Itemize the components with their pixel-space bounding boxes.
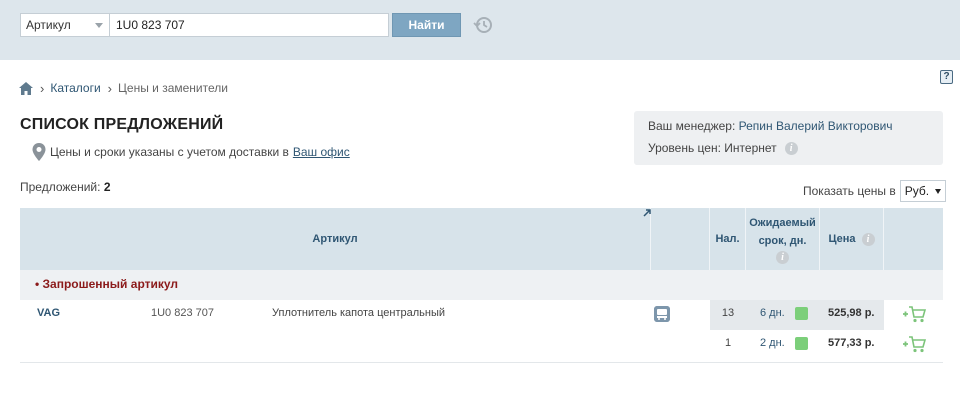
- price-level-label: Уровень цен:: [648, 141, 721, 155]
- breadcrumb-catalogs[interactable]: Каталоги: [50, 81, 100, 95]
- search-type-label: Артикул: [26, 18, 71, 32]
- manager-label: Ваш менеджер:: [648, 119, 736, 133]
- column-price-label: Цена: [828, 233, 856, 245]
- chevron-down-icon: [934, 189, 941, 194]
- search-type-select[interactable]: Артикул: [20, 13, 110, 37]
- column-stock-label: Нал.: [715, 233, 740, 245]
- delivery-bus-icon: [654, 306, 670, 322]
- search-input[interactable]: [110, 13, 389, 37]
- price-level-value: Интернет: [724, 141, 777, 155]
- group-label: • Запрошенный артикул: [35, 277, 179, 291]
- table-bottom-divider: [20, 362, 943, 363]
- row-brand[interactable]: VAG: [37, 307, 60, 319]
- table-row: VAG 1U0 823 707 Уплотнитель капота центр…: [20, 300, 943, 330]
- table-header: Артикул Нал. Ожидаемый срок, дн. i Цена …: [20, 208, 943, 270]
- search-bar: Артикул Найти: [0, 0, 960, 60]
- info-icon[interactable]: i: [861, 232, 875, 246]
- office-link[interactable]: Ваш офис: [293, 145, 350, 159]
- row-stock: 13: [710, 300, 746, 330]
- row-term: 2 дн.: [760, 337, 785, 349]
- column-term-line1: Ожидаемый: [749, 217, 816, 229]
- column-cart: [884, 208, 943, 270]
- currency-selected: Руб.: [904, 184, 930, 198]
- breadcrumb-separator: ›: [107, 80, 113, 96]
- row-price: 577,33 р.: [828, 337, 875, 349]
- currency-label: Показать цены в: [803, 184, 896, 198]
- table-row: 1 2 дн. 577,33 р.: [20, 330, 943, 360]
- add-to-cart-icon[interactable]: [902, 334, 926, 354]
- currency-selector: Показать цены в Руб.: [803, 180, 946, 202]
- add-to-cart-icon[interactable]: [902, 304, 926, 324]
- column-price[interactable]: Цена i: [820, 208, 884, 270]
- breadcrumb-current: Цены и заменители: [118, 81, 228, 95]
- delivery-note: Цены и сроки указаны с учетом доставки в…: [32, 143, 350, 161]
- row-price: 525,98 р.: [828, 307, 875, 319]
- offers-count-value: 2: [103, 180, 111, 194]
- column-term[interactable]: Ожидаемый срок, дн. i: [746, 208, 820, 270]
- availability-indicator: [795, 337, 808, 350]
- help-icon[interactable]: ?: [940, 70, 953, 84]
- info-icon[interactable]: i: [776, 251, 789, 264]
- row-term: 6 дн.: [760, 307, 785, 319]
- group-header: • Запрошенный артикул: [20, 270, 943, 300]
- breadcrumb-separator: ›: [40, 80, 45, 96]
- breadcrumb: › Каталоги › Цены и заменители: [19, 80, 228, 96]
- manager-name[interactable]: Репин Валерий Викторович: [739, 119, 893, 133]
- row-article: 1U0 823 707: [151, 307, 214, 319]
- history-clock-icon[interactable]: [473, 15, 493, 35]
- column-term-line2: срок, дн.: [758, 235, 807, 247]
- home-icon[interactable]: [19, 81, 33, 95]
- offers-count: Предложений: 2: [20, 180, 111, 194]
- offers-count-label: Предложений:: [20, 180, 101, 194]
- page-title: СПИСОК ПРЕДЛОЖЕНИЙ: [20, 116, 224, 133]
- chevron-down-icon: [95, 23, 103, 28]
- currency-select[interactable]: Руб.: [899, 180, 946, 202]
- column-article[interactable]: Артикул: [20, 208, 651, 270]
- delivery-text: Цены и сроки указаны с учетом доставки в: [50, 145, 289, 159]
- row-stock: 1: [724, 337, 732, 349]
- row-description: Уплотнитель капота центральный: [272, 307, 446, 319]
- location-pin-icon: [32, 143, 46, 161]
- availability-indicator: [795, 307, 808, 320]
- info-icon[interactable]: i: [784, 141, 798, 155]
- column-article-label: Артикул: [312, 233, 358, 245]
- manager-box: Ваш менеджер: Репин Валерий Викторович У…: [634, 111, 943, 165]
- column-stock[interactable]: Нал.: [710, 208, 746, 270]
- search-button[interactable]: Найти: [392, 13, 461, 37]
- column-blank: [651, 208, 710, 270]
